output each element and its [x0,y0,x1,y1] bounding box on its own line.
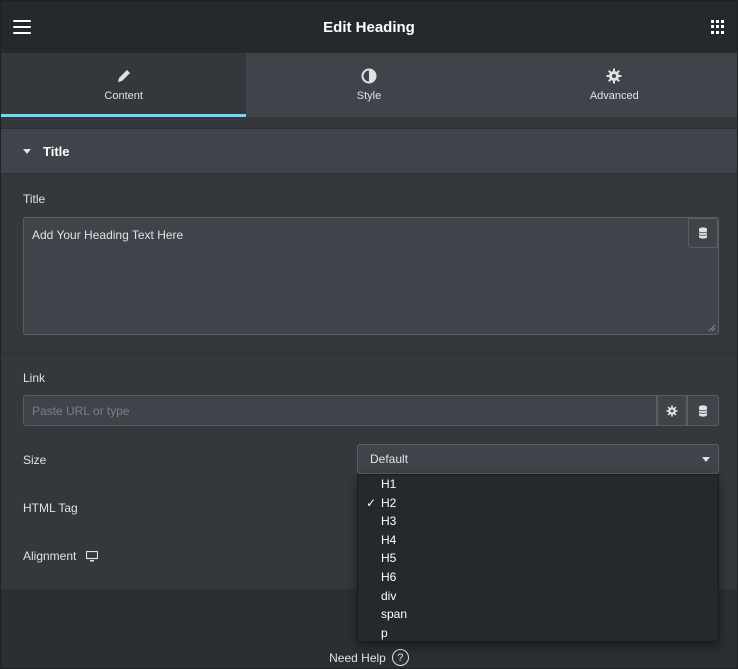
database-icon [698,404,708,417]
tab-label-advanced: Advanced [589,90,639,102]
need-help-link[interactable]: Need Help ? [1,649,737,666]
html-tag-option-selected[interactable]: ✓ H2 [358,494,718,513]
link-options-button[interactable] [657,395,687,426]
resize-grip-icon[interactable] [706,322,716,332]
page-title: Edit Heading [323,18,415,36]
link-placeholder: Paste URL or type [32,403,130,418]
grid-icon[interactable] [711,20,725,34]
desktop-icon[interactable] [86,550,99,562]
html-tag-dropdown: H1 ✓ H2 H3 H4 H5 H6 div span p [357,474,719,642]
tab-content[interactable]: Content [1,53,247,117]
divider [1,353,737,354]
size-select[interactable]: Default [357,444,719,474]
alignment-label-row: Alignment [23,549,99,563]
chevron-down-icon [702,457,710,462]
html-tag-label: HTML Tag [23,501,78,515]
section-title-toggle[interactable]: Title [1,128,737,174]
link-input[interactable]: Paste URL or type [23,395,657,426]
editor-panel: Edit Heading Content Style Advanced Titl… [0,0,738,669]
html-tag-option[interactable]: p [358,624,718,643]
title-label: Title [23,192,46,206]
link-dynamic-tags-button[interactable] [687,395,719,426]
html-tag-option[interactable]: H6 [358,568,718,587]
hamburger-icon[interactable] [13,20,31,34]
title-textarea[interactable]: Add Your Heading Text Here [23,217,719,335]
checkmark-icon: ✓ [366,495,377,510]
help-icon: ? [391,649,409,666]
html-tag-option[interactable]: H5 [358,549,718,568]
caret-down-icon [23,148,31,154]
gear-icon [606,68,622,84]
alignment-label: Alignment [23,549,77,563]
pencil-icon [116,68,132,84]
size-value: Default [370,452,409,466]
database-icon [698,227,708,239]
html-tag-option[interactable]: H3 [358,512,718,531]
html-tag-option[interactable]: H4 [358,531,718,550]
dynamic-tags-button[interactable] [688,218,718,248]
link-label: Link [23,371,46,385]
gear-icon [666,404,678,417]
html-tag-option[interactable]: span [358,605,718,624]
tab-label-style: Style [356,90,382,102]
tab-label-content: Content [104,90,143,102]
html-tag-option[interactable]: div [358,587,718,606]
half-circle-icon [361,68,377,84]
tab-advanced[interactable]: Advanced [492,53,737,117]
panel-header: Edit Heading [1,1,737,53]
tab-bar: Content Style Advanced [1,53,737,117]
tab-style[interactable]: Style [246,53,491,117]
title-value: Add Your Heading Text Here [32,228,184,242]
html-tag-option[interactable]: H1 [358,475,718,494]
need-help-label: Need Help [329,650,386,665]
section-title: Title [43,143,70,159]
size-label: Size [23,453,47,467]
